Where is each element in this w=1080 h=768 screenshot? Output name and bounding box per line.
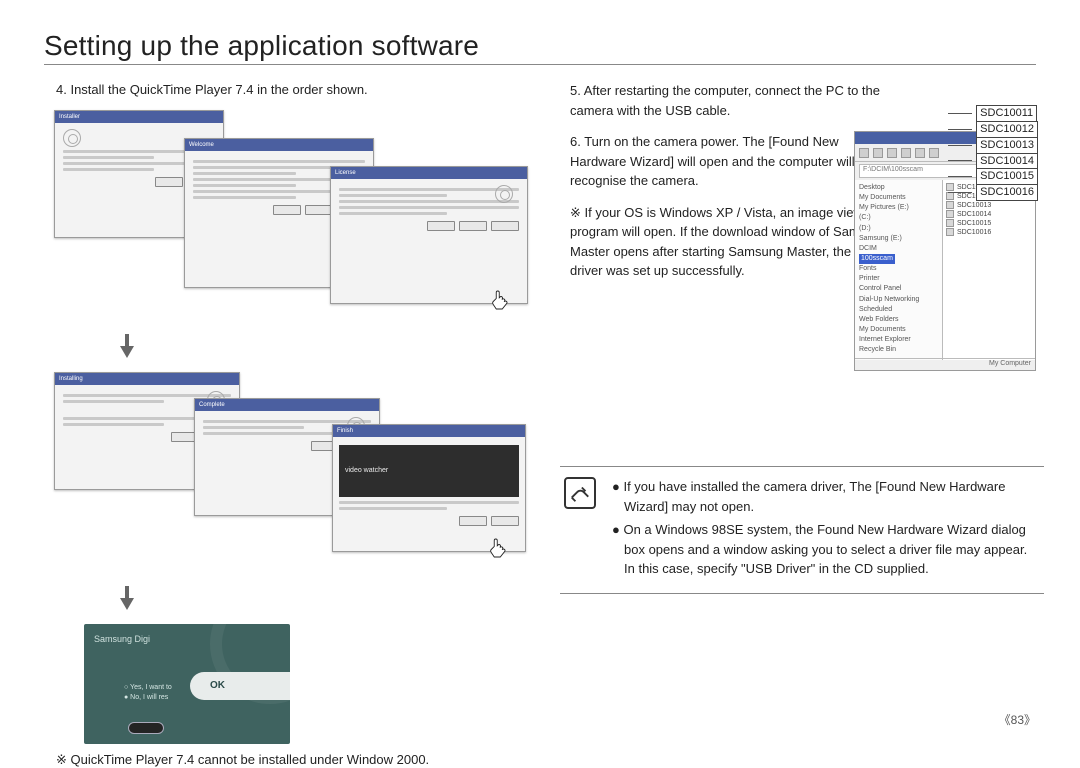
installer-ok-pill: OK — [190, 672, 290, 700]
info-box: ● If you have installed the camera drive… — [560, 466, 1044, 594]
hand-pointer-icon — [491, 289, 509, 311]
installer-ok-button[interactable] — [128, 722, 164, 734]
arrow-down-icon — [120, 334, 134, 358]
installer-complete-screen: Samsung Digi ○ Yes, I want to ● No, I wi… — [84, 624, 290, 744]
hand-pointer-icon — [489, 537, 507, 559]
info-bullet-1: ● If you have installed the camera drive… — [612, 477, 1038, 516]
file-row[interactable]: SDC10015 — [946, 219, 1032, 227]
installer-cascade-b: Installing Complete — [54, 372, 530, 572]
file-callout-labels: SDC10011SDC10012SDC10013SDC10014SDC10015… — [948, 105, 1038, 200]
note-icon — [564, 477, 596, 509]
explorer-tree-pane[interactable]: Desktop My Documents My Pictures (E:) (C… — [855, 180, 943, 360]
page-title: Setting up the application software — [44, 30, 1036, 65]
installer-thumb-b3: Finish video watcher — [332, 424, 526, 552]
file-row[interactable]: SDC10014 — [946, 210, 1032, 218]
file-row[interactable]: SDC10013 — [946, 201, 1032, 209]
file-row[interactable]: SDC10016 — [946, 228, 1032, 236]
step-6-text: 6. Turn on the camera power. The [Found … — [558, 132, 898, 191]
quicktime-footnote: ※ QuickTime Player 7.4 cannot be install… — [44, 752, 530, 768]
page-number: 《83》 — [999, 711, 1036, 728]
step-5-text: 5. After restarting the computer, connec… — [558, 81, 898, 120]
explorer-files-pane[interactable]: SDC10011SDC10012SDC10013SDC10014SDC10015… — [943, 180, 1035, 360]
explorer-status-right: My Computer — [989, 360, 1031, 369]
info-bullet-2: ● On a Windows 98SE system, the Found Ne… — [612, 520, 1038, 579]
arrow-down-icon — [120, 586, 134, 610]
installer-cascade-a: Installer Welcome — [54, 110, 530, 320]
installer-brand-label: Samsung Digi — [94, 634, 150, 644]
step-4-text: 4. Install the QuickTime Player 7.4 in t… — [44, 81, 530, 100]
installer-thumb-a3: License — [330, 166, 528, 304]
